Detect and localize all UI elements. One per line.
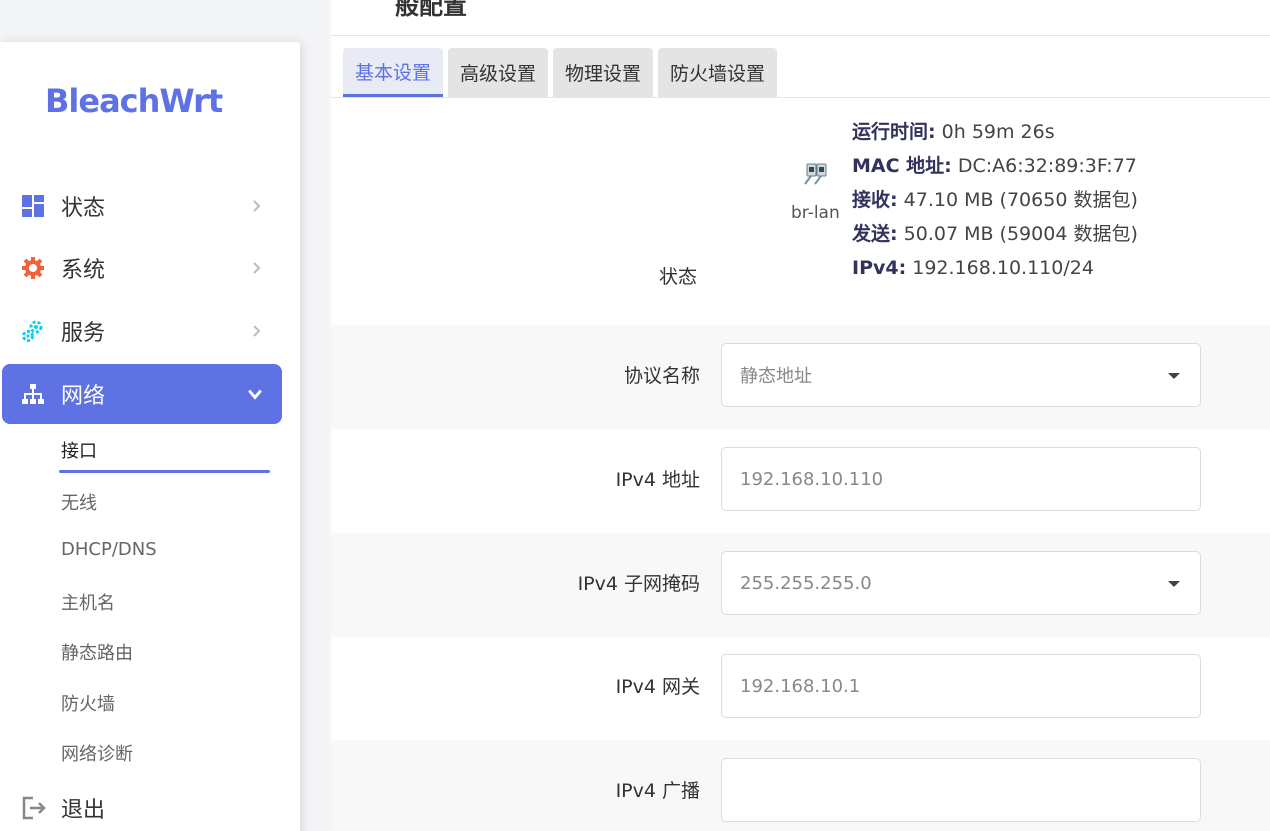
chevron-right-icon bbox=[253, 200, 261, 212]
rx-label: 接收: bbox=[852, 189, 898, 211]
status-label: 状态 bbox=[659, 266, 698, 288]
tab-advanced-settings[interactable]: 高级设置 bbox=[448, 48, 549, 97]
nav-item-system[interactable]: 系统 bbox=[2, 238, 282, 298]
netmask-select-value: 255.255.255.0 bbox=[740, 572, 872, 594]
dropdown-caret-icon bbox=[1168, 373, 1180, 379]
gear-icon bbox=[22, 257, 44, 279]
tab-firewall-settings[interactable]: 防火墙设置 bbox=[658, 48, 778, 97]
protocol-select[interactable]: 静态地址 bbox=[721, 343, 1201, 407]
sidebar: BleachWrt 状态 系统 服务 网络 接口 无线 DHCP/DNS 主机名… bbox=[0, 42, 300, 831]
active-sub-item-indicator bbox=[59, 470, 270, 473]
tx-line: 发送: 50.07 MB (59004 数据包) bbox=[852, 217, 1138, 251]
mac-label: MAC 地址: bbox=[852, 155, 952, 177]
mac-line: MAC 地址: DC:A6:32:89:3F:77 bbox=[852, 149, 1138, 183]
brand-logo[interactable]: BleachWrt bbox=[45, 82, 223, 120]
nav-item-services[interactable]: 服务 bbox=[2, 301, 282, 361]
chevron-right-icon bbox=[253, 325, 261, 337]
nav-item-label: 系统 bbox=[61, 258, 106, 283]
gateway-label: IPv4 网关 bbox=[615, 676, 700, 698]
nav-item-label: 状态 bbox=[61, 196, 106, 221]
sub-item-interfaces[interactable]: 接口 bbox=[61, 437, 97, 463]
rx-line: 接收: 47.10 MB (70650 数据包) bbox=[852, 183, 1138, 217]
sub-item-static-routes[interactable]: 静态路由 bbox=[61, 639, 133, 665]
nav-item-status[interactable]: 状态 bbox=[2, 176, 282, 236]
ipv4-address-input[interactable]: 192.168.10.110 bbox=[721, 447, 1201, 511]
form-row-gateway: IPv4 网关 192.168.10.1 bbox=[331, 636, 1270, 740]
dropdown-caret-icon bbox=[1168, 581, 1180, 587]
tab-physical-settings[interactable]: 物理设置 bbox=[553, 48, 654, 97]
logout-label: 退出 bbox=[61, 798, 106, 823]
ipv4-label: IPv4: bbox=[852, 257, 907, 279]
form-row-protocol: 协议名称 静态地址 bbox=[331, 325, 1270, 429]
broadcast-input[interactable] bbox=[721, 758, 1201, 822]
sub-item-firewall[interactable]: 防火墙 bbox=[61, 690, 115, 716]
logout-icon bbox=[22, 796, 46, 820]
network-port-icon bbox=[804, 163, 827, 185]
uptime-label: 运行时间: bbox=[852, 121, 936, 143]
ipv4-line: IPv4: 192.168.10.110/24 bbox=[852, 251, 1138, 285]
protocol-label: 协议名称 bbox=[623, 365, 700, 387]
tab-bar: 基本设置 高级设置 物理设置 防火墙设置 bbox=[343, 48, 778, 97]
ipv4-address-label: IPv4 地址 bbox=[615, 469, 700, 491]
network-icon bbox=[22, 384, 44, 404]
divider bbox=[331, 35, 1270, 36]
nav-item-network[interactable]: 网络 bbox=[2, 364, 282, 424]
sub-item-dhcp-dns[interactable]: DHCP/DNS bbox=[61, 539, 157, 560]
ipv4-address-placeholder: 192.168.10.110 bbox=[740, 468, 884, 490]
uptime-value: 0h 59m 26s bbox=[941, 121, 1055, 143]
sub-item-diagnostics[interactable]: 网络诊断 bbox=[61, 740, 133, 766]
logout-button[interactable]: 退出 bbox=[2, 780, 282, 831]
netmask-select[interactable]: 255.255.255.0 bbox=[721, 551, 1201, 615]
page-title: 般配置 bbox=[395, 0, 467, 20]
gateway-input[interactable]: 192.168.10.1 bbox=[721, 654, 1201, 718]
form-row-broadcast: IPv4 广播 bbox=[331, 740, 1270, 831]
ipv4-value: 192.168.10.110/24 bbox=[912, 257, 1094, 279]
interface-name: br-lan bbox=[791, 203, 840, 223]
sub-item-wireless[interactable]: 无线 bbox=[61, 489, 97, 515]
status-details: 运行时间: 0h 59m 26s MAC 地址: DC:A6:32:89:3F:… bbox=[852, 115, 1138, 285]
mac-value: DC:A6:32:89:3F:77 bbox=[957, 155, 1137, 177]
gears-icon bbox=[22, 320, 43, 342]
tx-value: 50.07 MB (59004 数据包) bbox=[903, 223, 1138, 245]
broadcast-label: IPv4 广播 bbox=[615, 780, 700, 802]
form-row-netmask: IPv4 子网掩码 255.255.255.0 bbox=[331, 533, 1270, 637]
tab-basic-settings[interactable]: 基本设置 bbox=[343, 48, 444, 97]
tx-label: 发送: bbox=[852, 223, 898, 245]
status-section: 状态 br-lan 运行时间: 0h 59m 26s MAC 地址: DC:A6… bbox=[331, 98, 1270, 325]
gateway-placeholder: 192.168.10.1 bbox=[740, 675, 861, 697]
protocol-select-value: 静态地址 bbox=[740, 366, 812, 387]
form-row-ipv4-address: IPv4 地址 192.168.10.110 bbox=[331, 429, 1270, 533]
sub-item-hostnames[interactable]: 主机名 bbox=[61, 589, 115, 615]
rx-value: 47.10 MB (70650 数据包) bbox=[903, 189, 1138, 211]
nav-item-label: 网络 bbox=[61, 384, 106, 409]
main-content: 般配置 基本设置 高级设置 物理设置 防火墙设置 状态 br-lan 运行时间:… bbox=[331, 0, 1270, 831]
dashboard-icon bbox=[22, 195, 44, 217]
netmask-label: IPv4 子网掩码 bbox=[577, 573, 700, 595]
uptime-line: 运行时间: 0h 59m 26s bbox=[852, 115, 1138, 149]
chevron-down-icon bbox=[248, 389, 262, 400]
nav-item-label: 服务 bbox=[61, 321, 106, 346]
chevron-right-icon bbox=[253, 262, 261, 274]
